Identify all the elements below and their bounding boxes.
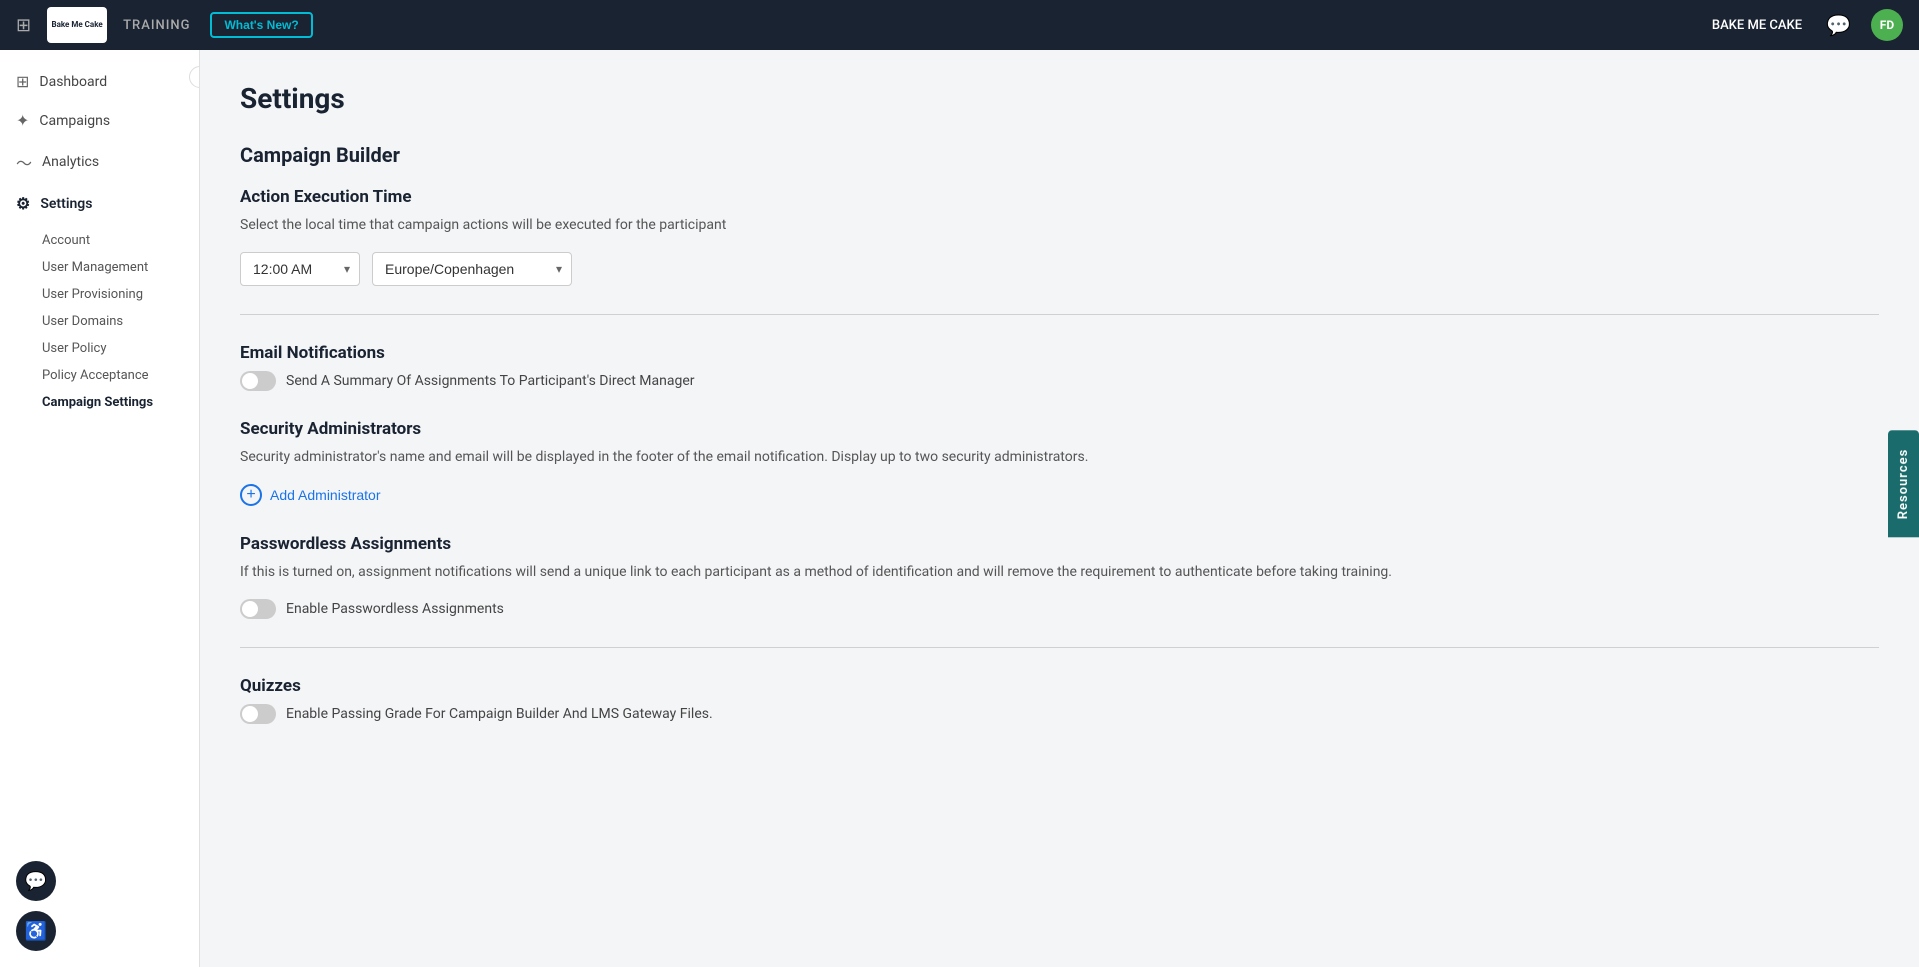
divider-2 xyxy=(240,647,1879,648)
passwordless-toggle-row: Enable Passwordless Assignments xyxy=(240,599,1879,619)
whats-new-button[interactable]: What's New? xyxy=(210,12,312,38)
add-admin-label: Add Administrator xyxy=(270,487,381,503)
action-execution-title: Action Execution Time xyxy=(240,187,1879,207)
sidebar-bottom: 💬 ♿ xyxy=(0,845,199,967)
sidebar-item-label: Analytics xyxy=(42,154,99,170)
page-title: Settings xyxy=(240,82,1879,115)
sidebar-item-settings[interactable]: ⚙ Settings xyxy=(0,184,199,223)
logo-text: Bake Me Cake xyxy=(51,20,102,30)
grid-icon[interactable]: ⊞ xyxy=(16,15,31,36)
top-navigation: ⊞ Bake Me Cake TRAINING What's New? BAKE… xyxy=(0,0,1919,50)
time-selects-row: 12:00 AM 1:00 AM 2:00 AM 6:00 AM 9:00 AM… xyxy=(240,252,1879,286)
quizzes-title: Quizzes xyxy=(240,676,1879,696)
time-select-wrapper: 12:00 AM 1:00 AM 2:00 AM 6:00 AM 9:00 AM… xyxy=(240,252,360,286)
settings-icon: ⚙ xyxy=(16,194,30,213)
sidebar-subitem-user-policy[interactable]: User Policy xyxy=(0,335,199,362)
dashboard-icon: ⊞ xyxy=(16,72,29,91)
email-toggle-row: Send A Summary Of Assignments To Partici… xyxy=(240,371,1879,391)
email-toggle-label: Send A Summary Of Assignments To Partici… xyxy=(286,373,695,389)
resources-label: Resources xyxy=(1896,448,1911,519)
quizzes-toggle-label: Enable Passing Grade For Campaign Builde… xyxy=(286,706,713,722)
security-admins-desc: Security administrator's name and email … xyxy=(240,447,1879,468)
divider-1 xyxy=(240,314,1879,315)
sidebar-item-dashboard[interactable]: ⊞ Dashboard xyxy=(0,62,199,101)
action-execution-desc: Select the local time that campaign acti… xyxy=(240,215,1879,236)
sidebar-item-label: Settings xyxy=(40,196,92,212)
time-select[interactable]: 12:00 AM 1:00 AM 2:00 AM 6:00 AM 9:00 AM… xyxy=(240,252,360,286)
campaign-builder-title: Campaign Builder xyxy=(240,143,1879,167)
sidebar-subitem-user-management[interactable]: User Management xyxy=(0,254,199,281)
email-notifications-block: Email Notifications Send A Summary Of As… xyxy=(240,343,1879,391)
collapse-icon: ‹ xyxy=(198,72,200,83)
sidebar-item-label: Campaigns xyxy=(39,113,110,129)
sidebar-subitem-campaign-settings[interactable]: Campaign Settings xyxy=(0,389,199,416)
campaigns-icon: ✦ xyxy=(16,111,29,130)
accessibility-icon: ♿ xyxy=(25,921,47,942)
add-icon: + xyxy=(240,484,262,506)
sidebar-subitem-policy-acceptance[interactable]: Policy Acceptance xyxy=(0,362,199,389)
timezone-select-wrapper: Europe/Copenhagen America/New_York Ameri… xyxy=(372,252,572,286)
user-avatar[interactable]: FD xyxy=(1871,9,1903,41)
email-notifications-title: Email Notifications xyxy=(240,343,1879,363)
chat-button[interactable]: 💬 xyxy=(16,861,56,901)
sidebar-subitem-user-provisioning[interactable]: User Provisioning xyxy=(0,281,199,308)
main-content: Settings Campaign Builder Action Executi… xyxy=(200,50,1919,967)
analytics-icon: 〜 xyxy=(16,150,32,174)
quizzes-toggle-row: Enable Passing Grade For Campaign Builde… xyxy=(240,704,1879,724)
sidebar-item-analytics[interactable]: 〜 Analytics xyxy=(0,140,199,184)
campaign-builder-section: Campaign Builder Action Execution Time S… xyxy=(240,143,1879,724)
security-admins-title: Security Administrators xyxy=(240,419,1879,439)
brand-label: BAKE ME CAKE xyxy=(1712,18,1802,33)
add-administrator-button[interactable]: + Add Administrator xyxy=(240,484,381,506)
security-admins-block: Security Administrators Security adminis… xyxy=(240,419,1879,506)
action-execution-block: Action Execution Time Select the local t… xyxy=(240,187,1879,286)
accessibility-button[interactable]: ♿ xyxy=(16,911,56,951)
sidebar-item-label: Dashboard xyxy=(39,74,107,90)
passwordless-desc: If this is turned on, assignment notific… xyxy=(240,562,1879,583)
resources-tab[interactable]: Resources xyxy=(1888,430,1919,537)
chat-bubble-icon: 💬 xyxy=(25,871,47,892)
sidebar-submenu-settings: Account User Management User Provisionin… xyxy=(0,223,199,424)
passwordless-toggle[interactable] xyxy=(240,599,276,619)
timezone-select[interactable]: Europe/Copenhagen America/New_York Ameri… xyxy=(372,252,572,286)
quizzes-block: Quizzes Enable Passing Grade For Campaig… xyxy=(240,676,1879,724)
passwordless-block: Passwordless Assignments If this is turn… xyxy=(240,534,1879,619)
sidebar-subitem-user-domains[interactable]: User Domains xyxy=(0,308,199,335)
training-label: TRAINING xyxy=(123,18,190,33)
chat-icon[interactable]: 💬 xyxy=(1826,13,1851,37)
passwordless-toggle-label: Enable Passwordless Assignments xyxy=(286,601,504,617)
passwordless-title: Passwordless Assignments xyxy=(240,534,1879,554)
sidebar-nav: ⊞ Dashboard ✦ Campaigns 〜 Analytics ⚙ Se… xyxy=(0,50,199,436)
main-layout: ‹ ⊞ Dashboard ✦ Campaigns 〜 Analytics ⚙ … xyxy=(0,50,1919,967)
sidebar-subitem-account[interactable]: Account xyxy=(0,227,199,254)
sidebar: ‹ ⊞ Dashboard ✦ Campaigns 〜 Analytics ⚙ … xyxy=(0,50,200,967)
sidebar-item-campaigns[interactable]: ✦ Campaigns xyxy=(0,101,199,140)
logo: Bake Me Cake xyxy=(47,7,107,43)
quizzes-toggle[interactable] xyxy=(240,704,276,724)
email-notifications-toggle[interactable] xyxy=(240,371,276,391)
